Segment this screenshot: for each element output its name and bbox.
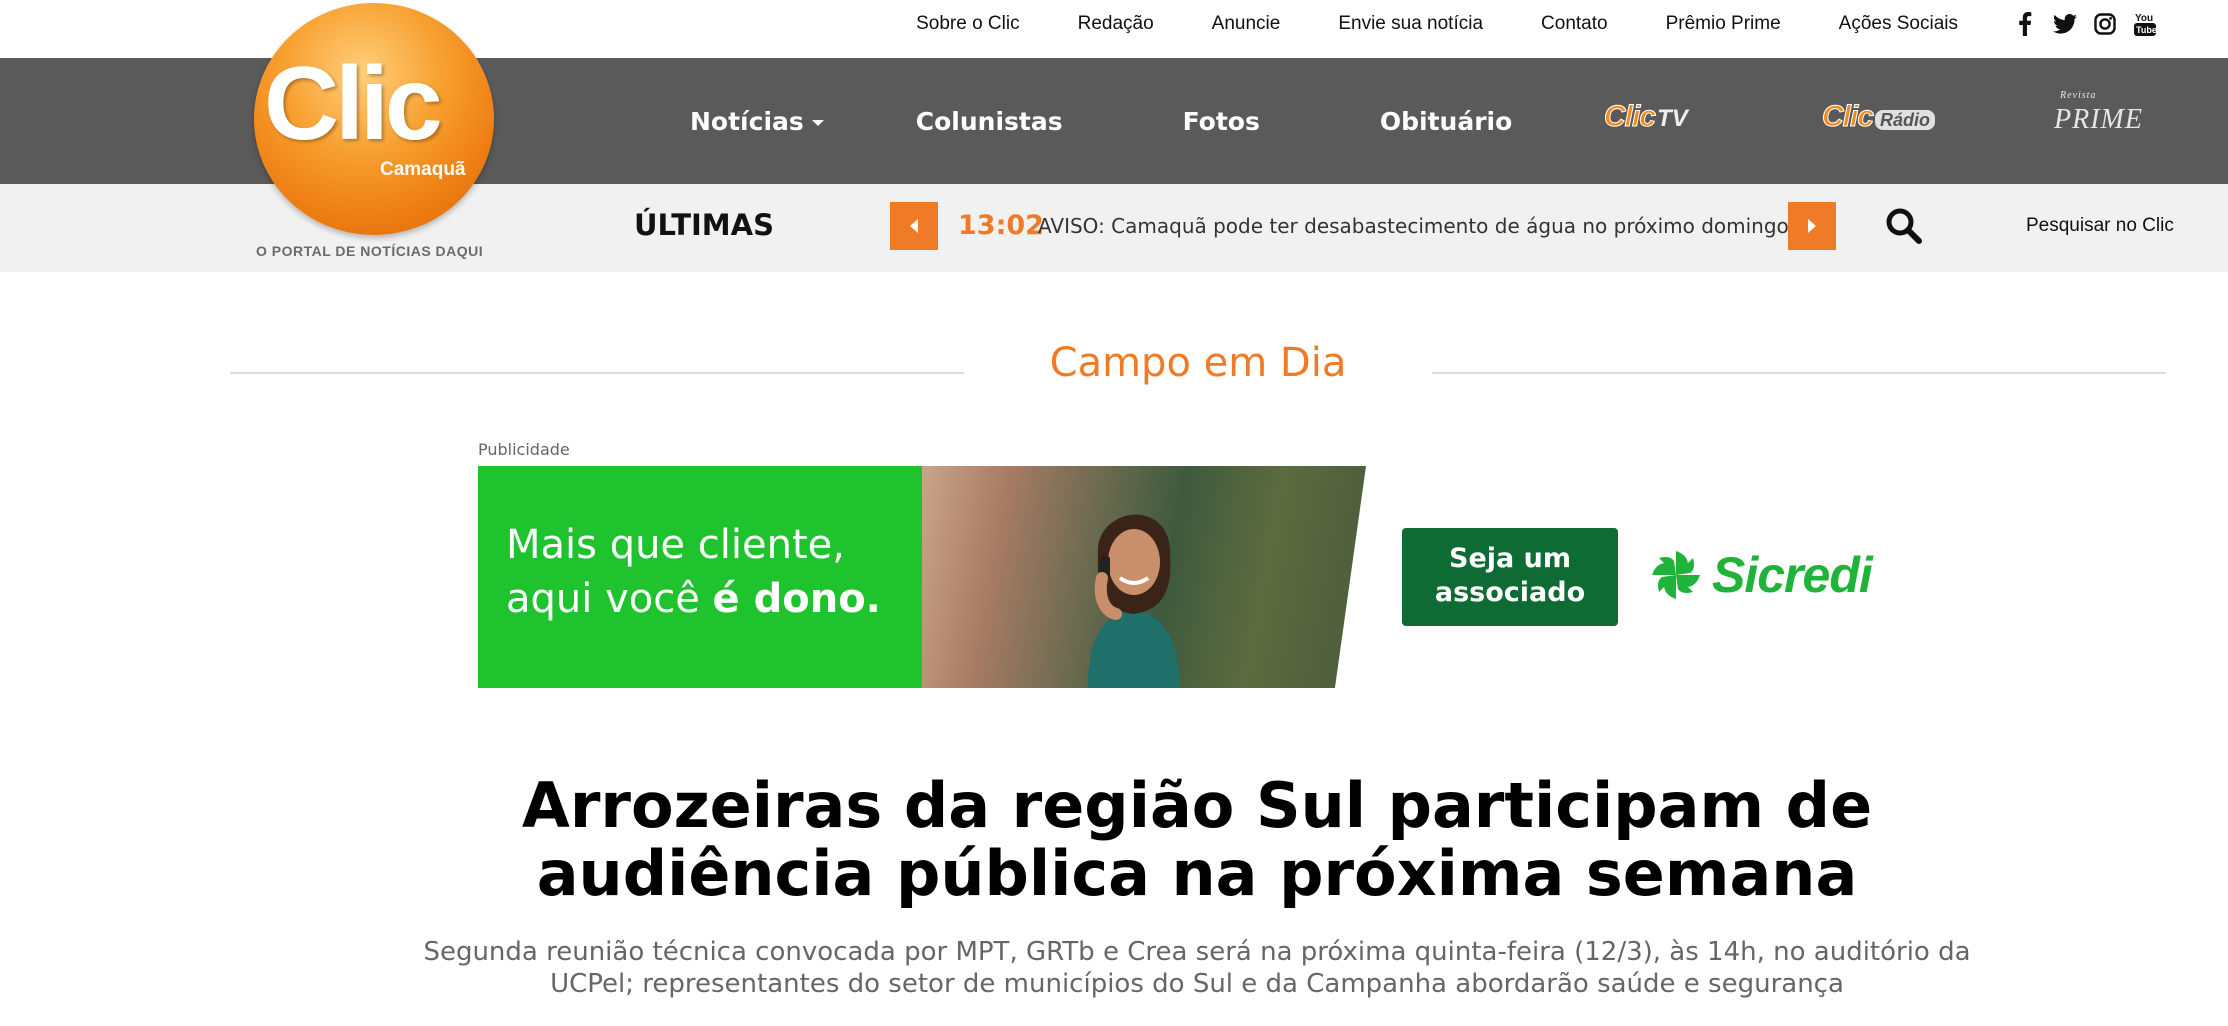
clic-radio-link[interactable]: Clic Rádio xyxy=(1821,100,1936,134)
ticker-time: 13:02 xyxy=(958,210,1044,241)
top-link-redacao[interactable]: Redação xyxy=(1078,13,1154,35)
clic-radio-brand: Clic xyxy=(1821,100,1874,134)
logo-word: Clic xyxy=(264,46,443,162)
article-subtitle: Segunda reunião técnica convocada por MP… xyxy=(423,937,1971,999)
clic-radio-suffix: Rádio xyxy=(1875,110,1936,130)
twitter-icon[interactable] xyxy=(2052,11,2078,37)
sicredi-pinwheel-icon xyxy=(1652,551,1700,599)
site-logo[interactable]: Clic Camaquã O PORTAL DE NOTÍCIAS DAQUI xyxy=(250,3,500,261)
social-links: You Tube xyxy=(1998,11,2158,37)
ad-copy-line2: aqui você é dono. xyxy=(506,572,881,626)
top-link-premio[interactable]: Prêmio Prime xyxy=(1666,13,1781,35)
svg-text:You: You xyxy=(2135,13,2153,24)
caret-right-icon xyxy=(1808,219,1816,233)
section-divider-left xyxy=(230,372,964,374)
logo-city: Camaquã xyxy=(380,159,466,180)
youtube-icon[interactable]: You Tube xyxy=(2132,11,2158,37)
nav-noticias[interactable]: Notícias xyxy=(690,107,824,136)
nav-fotos[interactable]: Fotos xyxy=(1183,107,1260,136)
instagram-icon[interactable] xyxy=(2092,11,2118,37)
top-link-envie[interactable]: Envie sua notícia xyxy=(1338,13,1483,35)
clic-tv-link[interactable]: ClicTV xyxy=(1603,100,1688,134)
ad-copy: Mais que cliente, aqui você é dono. xyxy=(506,518,881,626)
clic-tv-suffix: TV xyxy=(1657,105,1688,132)
top-link-sobre[interactable]: Sobre o Clic xyxy=(916,13,1020,35)
ad-cta-button[interactable]: Seja um associado xyxy=(1402,528,1618,626)
ad-copy-line2-prefix: aqui você xyxy=(506,576,713,622)
nav-noticias-label: Notícias xyxy=(690,106,804,136)
ad-copy-line1: Mais que cliente, xyxy=(506,522,845,568)
chevron-down-icon xyxy=(811,119,824,126)
ad-person-illustration xyxy=(1088,514,1180,688)
caret-left-icon xyxy=(910,219,918,233)
revista-prime-small: Revista xyxy=(2060,90,2097,101)
svg-text:Tube: Tube xyxy=(2136,25,2157,35)
section-title[interactable]: Campo em Dia xyxy=(964,340,1432,386)
ticker-label: ÚLTIMAS xyxy=(634,208,774,242)
clic-tv-brand: Clic xyxy=(1603,100,1656,134)
search-label[interactable]: Pesquisar no Clic xyxy=(2026,215,2174,237)
sicredi-logo: Sicredi xyxy=(1648,546,1873,604)
section-divider-right xyxy=(1432,372,2166,374)
nav-colunistas[interactable]: Colunistas xyxy=(916,107,1063,136)
ticker-prev-button[interactable] xyxy=(890,202,938,250)
revista-prime-main: PRIME xyxy=(2054,104,2143,135)
top-link-anuncie[interactable]: Anuncie xyxy=(1212,13,1281,35)
logo-tagline: O PORTAL DE NOTÍCIAS DAQUI xyxy=(256,243,484,259)
top-link-contato[interactable]: Contato xyxy=(1541,13,1608,35)
ad-cta-line2: associado xyxy=(1434,577,1586,608)
top-links: Sobre o Clic Redação Anuncie Envie sua n… xyxy=(858,0,2158,48)
ad-label: Publicidade xyxy=(478,440,570,459)
revista-prime-link[interactable]: Revista PRIME xyxy=(2054,90,2143,136)
ad-copy-line2-bold: é dono. xyxy=(712,576,881,622)
nav-obituario[interactable]: Obituário xyxy=(1380,107,1512,136)
search-icon[interactable] xyxy=(1884,206,1924,250)
facebook-icon[interactable] xyxy=(2012,11,2038,37)
ticker-headline[interactable]: AVISO: Camaquã pode ter desabastecimento… xyxy=(1038,214,1789,238)
article-headline: Arrozeiras da região Sul participam de a… xyxy=(521,769,1873,910)
nav-items: Notícias Colunistas Fotos Obituário xyxy=(690,58,1512,184)
ad-banner[interactable]: Mais que cliente, aqui você é dono. Seja… xyxy=(478,466,1886,688)
sicredi-wordmark: Sicredi xyxy=(1712,547,1873,603)
ticker-next-button[interactable] xyxy=(1788,202,1836,250)
ad-cta-line1: Seja um xyxy=(1449,543,1571,574)
top-link-acoes[interactable]: Ações Sociais xyxy=(1839,13,1958,35)
